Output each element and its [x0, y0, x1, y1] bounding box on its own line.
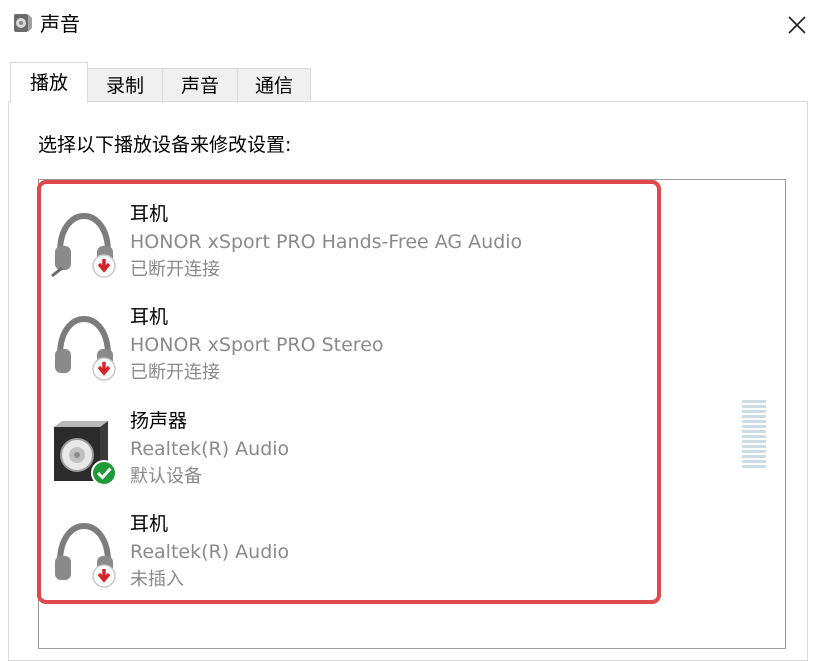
device-name: 耳机: [130, 513, 169, 535]
tab-communications[interactable]: 通信: [237, 68, 311, 102]
speaker-icon: [14, 14, 32, 32]
device-status: 已断开连接: [130, 259, 220, 280]
headphones-icon: [51, 212, 116, 278]
headphones-icon: [55, 315, 116, 381]
device-description: Realtek(R) Audio: [130, 541, 290, 563]
device-name: 耳机: [130, 306, 169, 328]
device-status: 未插入: [130, 569, 184, 590]
tab-recording[interactable]: 录制: [87, 68, 163, 102]
default-check-icon: [91, 460, 117, 485]
window-title: 声音: [40, 12, 80, 36]
device-item-headphones-stereo[interactable]: 耳机 HONOR xSport PRO Stereo 已断开连接: [42, 289, 654, 389]
device-description: HONOR xSport PRO Hands-Free AG Audio: [130, 231, 523, 253]
device-status: 默认设备: [130, 466, 202, 487]
scroll-grip[interactable]: [742, 400, 766, 468]
close-icon: [787, 16, 806, 34]
speaker-device-icon: [54, 421, 117, 485]
close-button[interactable]: [768, 0, 825, 50]
title-bar: 声音: [0, 0, 825, 50]
device-item-headphones-handsfree[interactable]: 耳机 HONOR xSport PRO Hands-Free AG Audio …: [42, 186, 654, 286]
device-name: 扬声器: [130, 410, 188, 432]
device-item-headphones-realtek[interactable]: 耳机 Realtek(R) Audio 未插入: [42, 496, 654, 596]
device-name: 耳机: [130, 203, 169, 225]
device-status: 已断开连接: [130, 362, 220, 383]
disconnected-arrow-icon: [92, 254, 116, 278]
tab-playback[interactable]: 播放: [10, 62, 88, 103]
headphones-icon: [55, 522, 116, 588]
tab-bar: 播放 录制 声音 通信: [0, 60, 825, 103]
unplugged-arrow-icon: [92, 564, 116, 588]
disconnected-arrow-icon: [92, 357, 116, 381]
device-description: HONOR xSport PRO Stereo: [130, 334, 384, 356]
instruction-label: 选择以下播放设备来修改设置:: [38, 134, 292, 156]
device-item-speaker[interactable]: 扬声器 Realtek(R) Audio 默认设备: [42, 393, 654, 493]
tab-sounds[interactable]: 声音: [162, 68, 238, 102]
device-description: Realtek(R) Audio: [130, 438, 290, 460]
